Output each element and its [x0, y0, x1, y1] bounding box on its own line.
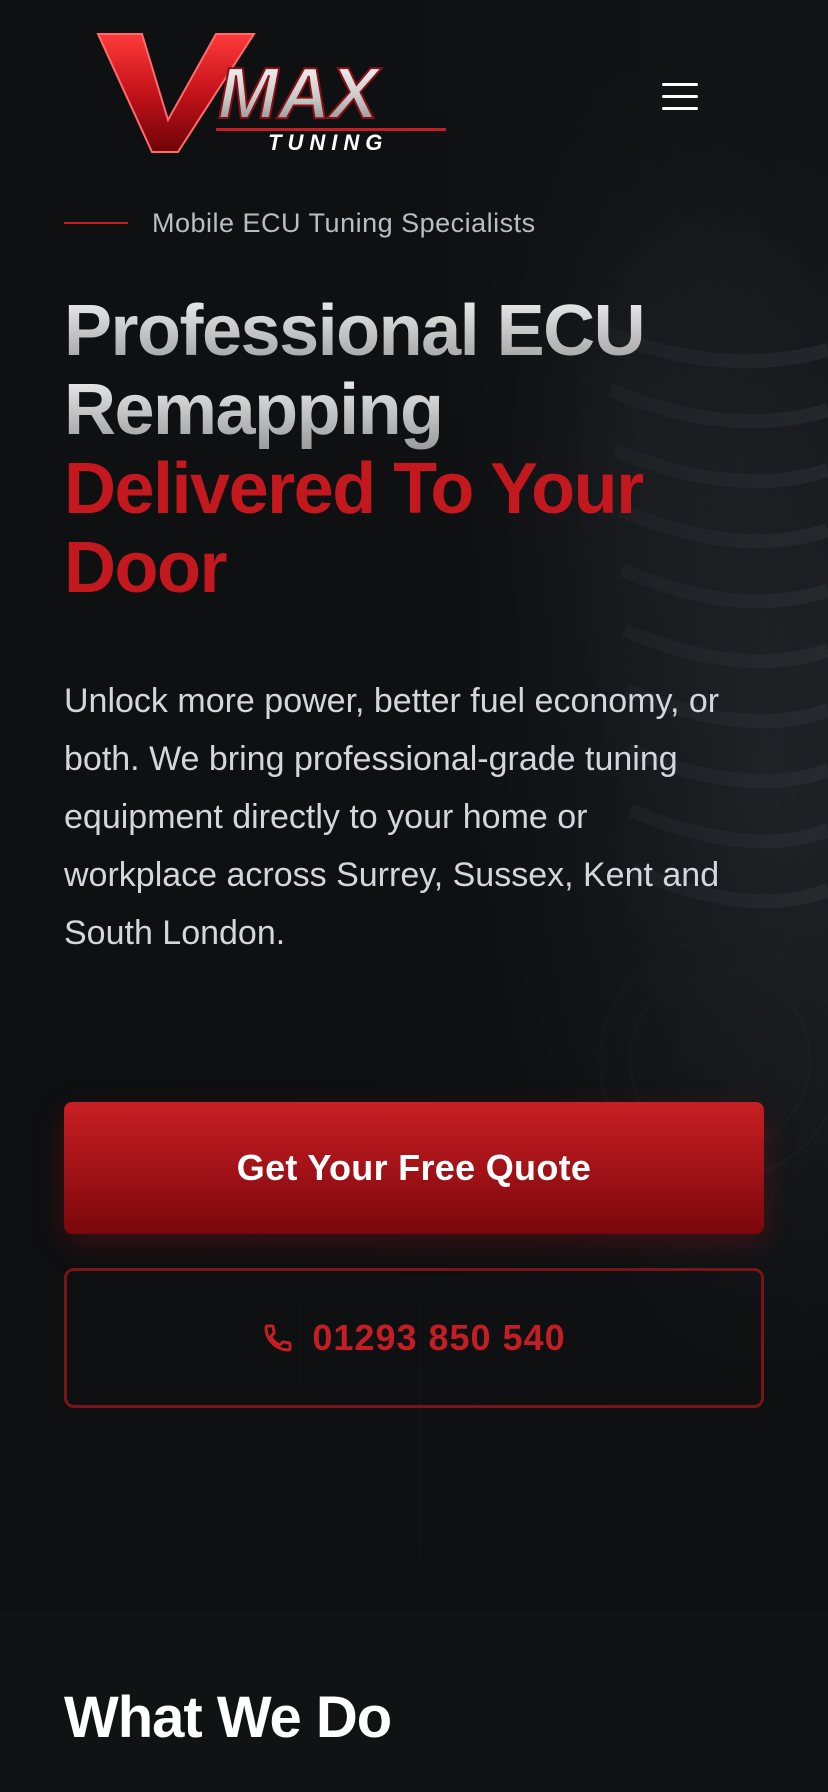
hero-intro-text: Unlock more power, better fuel economy, …	[64, 682, 720, 952]
phone-icon	[264, 1324, 292, 1352]
site-header: MAX TUNING	[0, 0, 828, 200]
headline-line-3: Delivered To Your	[64, 449, 644, 529]
svg-text:MAX: MAX	[218, 54, 382, 134]
section-title: What We Do	[64, 1685, 392, 1750]
vmax-tuning-logo[interactable]: MAX TUNING	[96, 28, 466, 158]
headline-line-1: Professional ECU	[64, 292, 764, 371]
get-free-quote-button[interactable]: Get Your Free Quote	[64, 1102, 764, 1234]
hamburger-menu-button[interactable]	[662, 74, 706, 118]
call-phone-button[interactable]: 01293 850 540	[64, 1268, 764, 1408]
hero-headline: Professional ECU Remapping Delivered To …	[64, 292, 764, 608]
tagline-accent-line	[64, 222, 128, 224]
svg-text:TUNING: TUNING	[268, 130, 388, 155]
tagline: Mobile ECU Tuning Specialists	[152, 207, 536, 238]
logo-graphic: MAX TUNING	[96, 33, 446, 155]
headline-line-2: Remapping	[64, 371, 764, 450]
menu-bar-icon	[662, 82, 698, 86]
phone-number: 01293 850 540	[312, 1317, 566, 1358]
menu-bar-icon	[662, 94, 698, 98]
headline-line-4: Door	[64, 528, 227, 608]
tagline-row: Mobile ECU Tuning Specialists	[64, 205, 536, 241]
what-we-do-section: What We Do	[0, 1612, 828, 1792]
menu-bar-icon	[662, 106, 698, 110]
cta-primary-label: Get Your Free Quote	[236, 1147, 592, 1188]
